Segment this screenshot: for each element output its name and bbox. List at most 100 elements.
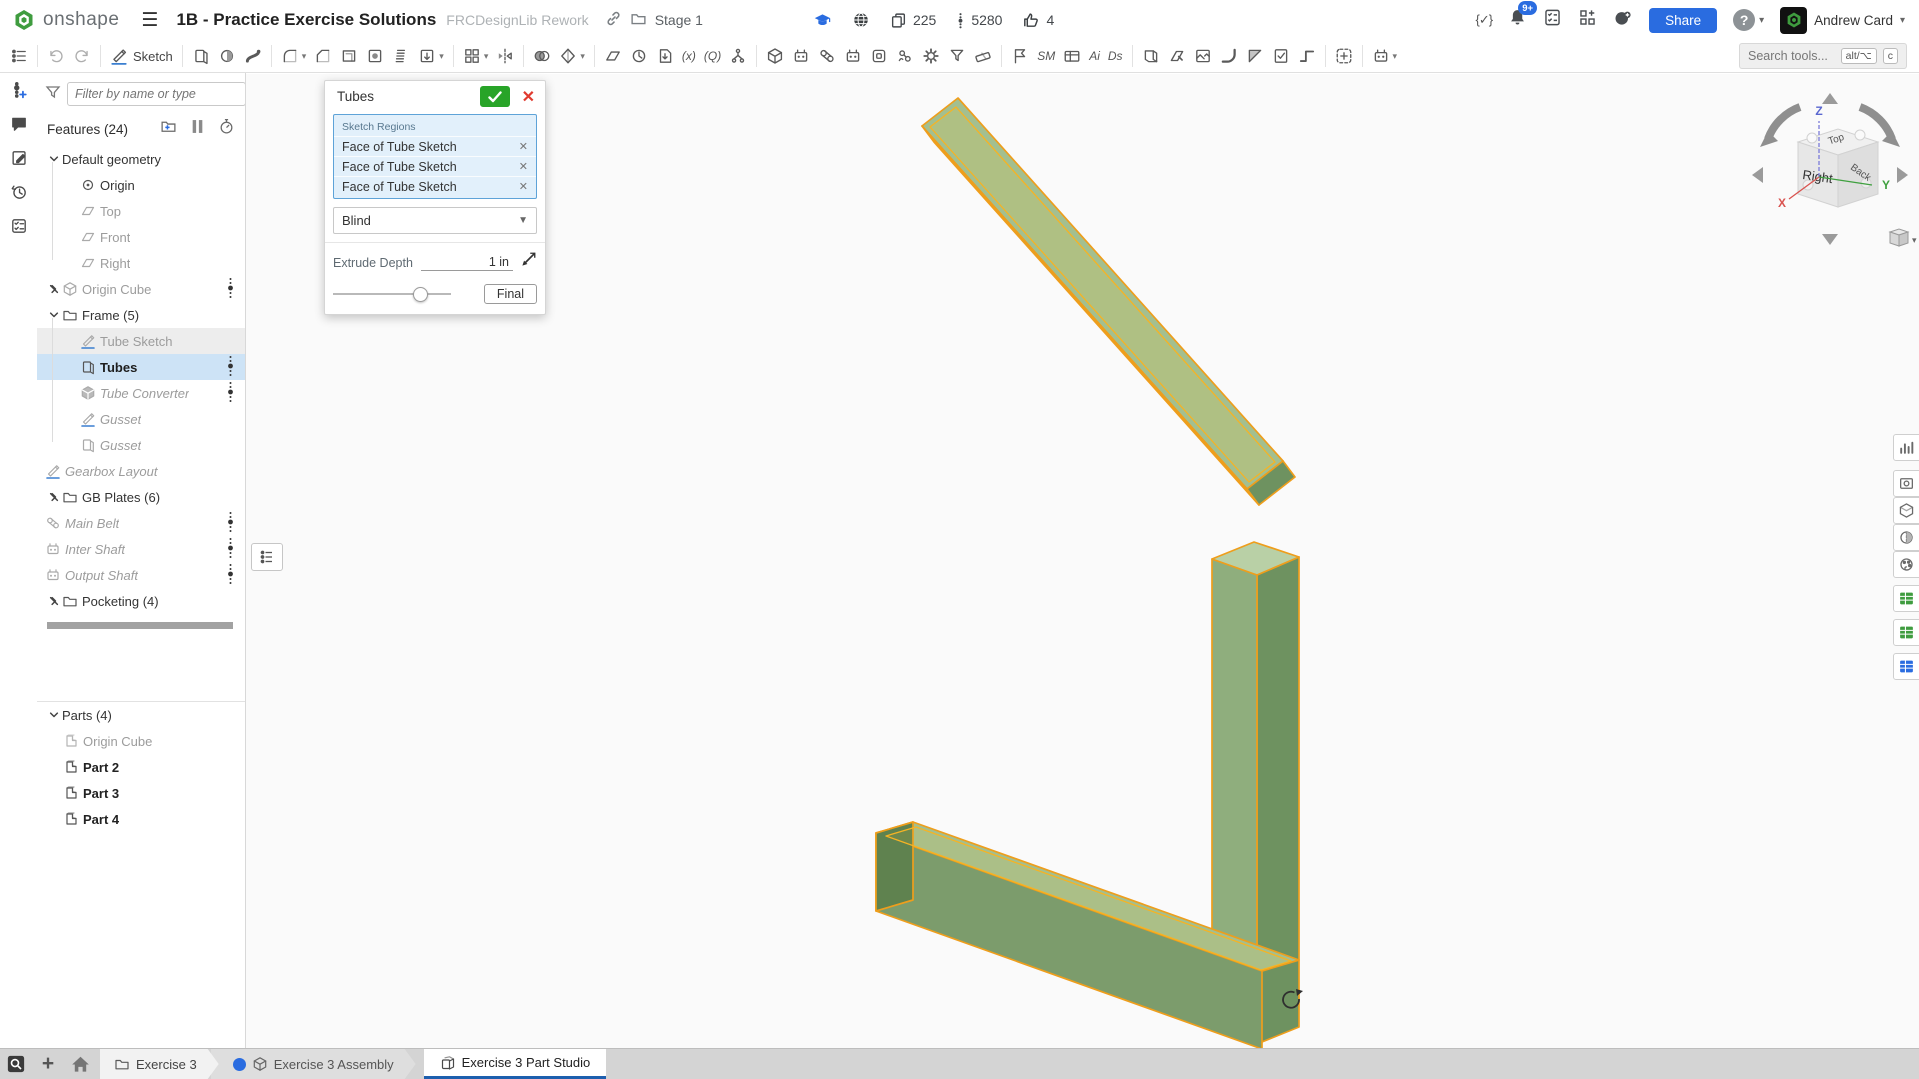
validate-doc-tool[interactable] <box>1268 44 1294 68</box>
thread-tool[interactable] <box>388 44 414 68</box>
expand-arrow-icon[interactable] <box>45 491 62 503</box>
dialog-cancel-button[interactable]: ✕ <box>518 87 539 107</box>
named-views-panel-icon[interactable] <box>1893 470 1919 497</box>
feature-row-gearbox-layout[interactable]: Gearbox Layout <box>37 458 245 484</box>
custom-feature-robot-caret-icon[interactable]: ▾ <box>1393 51 1398 62</box>
derived-tool[interactable] <box>652 44 678 68</box>
measure-pick-icon[interactable] <box>519 251 537 274</box>
learning-center-icon[interactable] <box>1613 8 1633 33</box>
bend-tool[interactable] <box>1216 44 1242 68</box>
revolve-tool[interactable] <box>214 44 240 68</box>
part-row-part-3[interactable]: Part 3 <box>37 780 245 806</box>
feature-row-tube-sketch[interactable]: Tube Sketch <box>37 328 245 354</box>
feature-list-toggle-tool[interactable] <box>6 44 32 68</box>
wire-tool[interactable] <box>1294 44 1320 68</box>
linear-pattern-caret-icon[interactable]: ▾ <box>484 51 489 62</box>
workspace-label[interactable]: Stage 1 <box>655 12 703 28</box>
helix-tool[interactable] <box>626 44 652 68</box>
corner-tool[interactable] <box>1242 44 1268 68</box>
plane-tool[interactable] <box>600 44 626 68</box>
belt-feature-tool[interactable] <box>814 44 840 68</box>
split-tool[interactable]: ▾ <box>555 44 589 68</box>
frame-table-3-panel-icon[interactable] <box>1893 653 1919 680</box>
rib-tool[interactable]: ▾ <box>414 44 448 68</box>
link-icon[interactable] <box>605 10 622 30</box>
expand-arrow-icon[interactable] <box>45 595 62 607</box>
stopwatch-icon[interactable] <box>218 118 235 140</box>
apps-grid-icon[interactable] <box>1578 8 1597 32</box>
move-face-tool[interactable] <box>1164 44 1190 68</box>
notes-rail-icon[interactable] <box>0 141 37 175</box>
sketch-region-row[interactable]: Face of Tube Sketch✕ <box>334 136 536 156</box>
extrude-depth-input[interactable]: 1 in <box>421 255 513 271</box>
extrude-tool[interactable] <box>188 44 214 68</box>
rotate-left-arrow[interactable] <box>1752 167 1763 183</box>
rotate-up-arrow[interactable] <box>1822 93 1838 104</box>
rotate-right-arrow[interactable] <box>1897 167 1908 183</box>
hole-tool[interactable] <box>362 44 388 68</box>
suppression-handle[interactable] <box>226 537 235 562</box>
feature-list-flyout-button[interactable] <box>251 543 283 571</box>
feature-row-pocketing-4[interactable]: Pocketing (4) <box>37 588 245 614</box>
document-tab-exercise-3[interactable]: Exercise 3 <box>100 1049 219 1079</box>
extrude-depth-slider[interactable] <box>333 287 451 301</box>
home-tab-icon[interactable] <box>64 1049 96 1079</box>
feature-row-front[interactable]: Front <box>37 224 245 250</box>
remove-region-icon[interactable]: ✕ <box>519 160 528 173</box>
feature-row-inter-shaft[interactable]: Inter Shaft <box>37 536 245 562</box>
folder-icon[interactable] <box>630 10 647 30</box>
feature-row-right[interactable]: Right <box>37 250 245 276</box>
feature-row-gusset[interactable]: Gusset <box>37 432 245 458</box>
view-menu-cube-icon[interactable]: ▾ <box>1890 229 1917 246</box>
mate-feature-tool[interactable] <box>892 44 918 68</box>
redo-tool[interactable] <box>69 44 95 68</box>
main-menu-icon[interactable]: ☰ <box>141 9 158 32</box>
education-badge[interactable] <box>813 11 832 30</box>
lookup-tool[interactable]: (Q) <box>700 46 725 66</box>
views-stat[interactable]: 5280 <box>956 12 1002 29</box>
remove-region-icon[interactable]: ✕ <box>519 180 528 193</box>
public-globe-icon[interactable] <box>852 11 870 29</box>
custom-feature-robot-tool[interactable]: ▾ <box>1368 44 1402 68</box>
split-caret-icon[interactable]: ▾ <box>580 51 585 62</box>
sweep-tool[interactable] <box>240 44 266 68</box>
dialog-accept-button[interactable] <box>480 86 510 107</box>
feature-row-tubes[interactable]: Tubes <box>37 354 245 380</box>
fillet-tool[interactable]: ▾ <box>277 44 311 68</box>
help-menu[interactable]: ? ▾ <box>1733 9 1764 31</box>
slider-thumb[interactable] <box>413 287 428 302</box>
copies-stat[interactable]: 225 <box>890 12 936 29</box>
share-button[interactable]: Share <box>1649 8 1717 33</box>
feature-row-output-shaft[interactable]: Output Shaft <box>37 562 245 588</box>
rotate-down-arrow[interactable] <box>1822 234 1838 245</box>
robot-feature-1-tool[interactable] <box>788 44 814 68</box>
view-cube[interactable]: Top Right Back Z Y X ▾ <box>1740 85 1919 265</box>
tube-diagonal-side-face[interactable] <box>922 126 1259 505</box>
collapse-arrow-icon[interactable] <box>45 709 62 721</box>
part-row-origin-cube[interactable]: Origin Cube <box>37 728 245 754</box>
suppression-handle[interactable] <box>226 511 235 536</box>
rotate-ccw-arrow[interactable] <box>1768 107 1800 139</box>
suppression-handle[interactable] <box>226 381 235 406</box>
history-rail-icon[interactable] <box>0 175 37 209</box>
part-row-part-4[interactable]: Part 4 <box>37 806 245 832</box>
sheet-metal-flag-tool[interactable] <box>1007 44 1033 68</box>
remove-region-icon[interactable]: ✕ <box>519 140 528 153</box>
insert-item-rail-icon[interactable] <box>0 73 37 107</box>
rollback-bar[interactable] <box>47 622 233 629</box>
boolean-tool[interactable] <box>529 44 555 68</box>
sketch-region-row[interactable]: Face of Tube Sketch✕ <box>334 176 536 196</box>
ds-tool-tool[interactable]: Ds <box>1104 46 1127 66</box>
mirror-tool[interactable] <box>492 44 518 68</box>
frame-table-2-panel-icon[interactable] <box>1893 619 1919 646</box>
filter-input[interactable] <box>67 82 246 106</box>
appearances-panel-icon[interactable] <box>1893 551 1919 578</box>
search-tools-input[interactable]: Search tools... alt/⌥ c <box>1739 43 1907 69</box>
shell-tool[interactable] <box>336 44 362 68</box>
linear-pattern-tool[interactable]: ▾ <box>459 44 493 68</box>
sketch-region-row[interactable]: Face of Tube Sketch✕ <box>334 156 536 176</box>
feature-row-gb-plates-6[interactable]: GB Plates (6) <box>37 484 245 510</box>
suppression-handle[interactable] <box>226 563 235 588</box>
statistics-panel-icon[interactable] <box>1893 434 1919 461</box>
collapse-arrow-icon[interactable] <box>45 309 62 321</box>
